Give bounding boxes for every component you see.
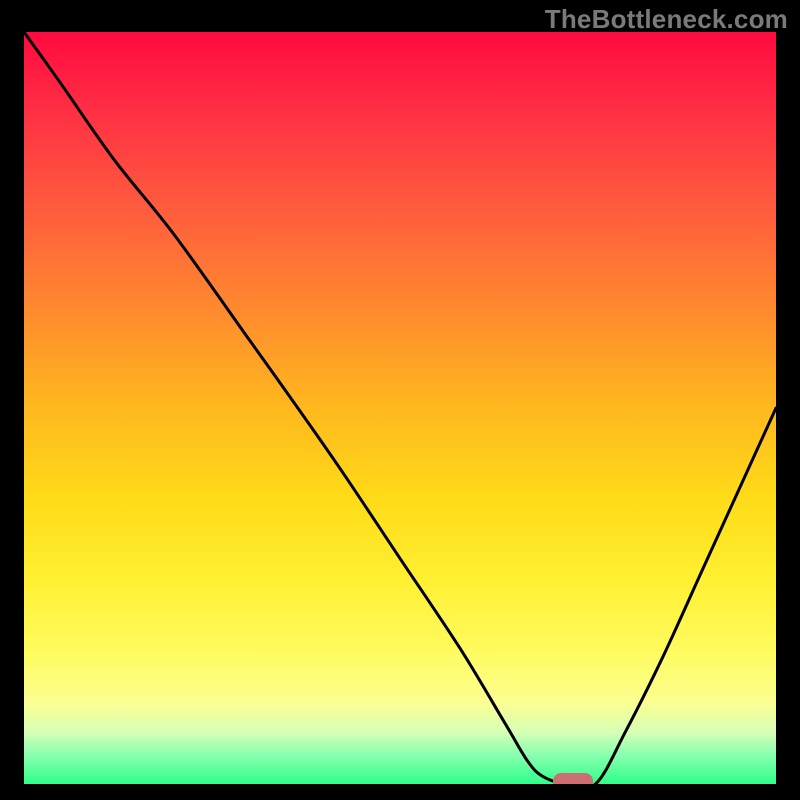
optimum-marker [553,773,593,784]
curve-layer [24,32,776,784]
plot-area [24,32,776,784]
bottleneck-curve [24,32,776,784]
chart-frame: TheBottleneck.com [0,0,800,800]
watermark-text: TheBottleneck.com [545,4,788,35]
